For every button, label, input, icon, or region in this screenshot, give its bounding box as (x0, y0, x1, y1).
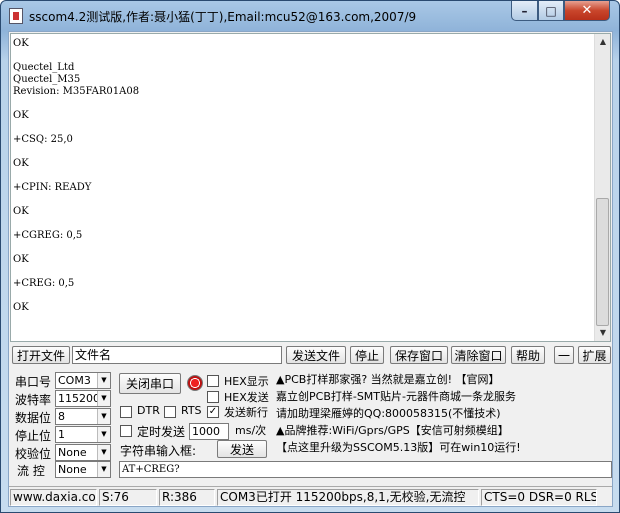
send-newline-checkbox[interactable]: ✓ (207, 406, 219, 418)
client-area: OK Quectel_Ltd Quectel_M35 Revision: M35… (8, 31, 613, 507)
receive-text: OK Quectel_Ltd Quectel_M35 Revision: M35… (13, 38, 140, 313)
status-sent-count: S:76 (99, 489, 157, 506)
parity-label: 校验位 (15, 447, 52, 461)
parity-value: None (58, 446, 87, 459)
stop-bits-value: 1 (58, 428, 65, 441)
app-icon (9, 8, 23, 24)
maximize-icon: □ (545, 3, 557, 18)
status-port: COM3已打开 115200bps,8,1,无校验,无流控 (217, 489, 479, 506)
stop-bits-select[interactable]: 1 ▼ (55, 426, 111, 443)
baud-label: 波特率 (15, 393, 52, 407)
promo-line-5[interactable]: 【点这里升级为SSCOM5.13版】可在win10运行! (276, 439, 612, 456)
interval-input[interactable]: 1000 (189, 423, 229, 440)
promo-line-3[interactable]: 请加助理梁雁婷的QQ:800058315(不懂技术) (276, 405, 612, 422)
flow-select[interactable]: None ▼ (55, 461, 111, 478)
save-window-button[interactable]: 保存窗口 (390, 346, 448, 364)
chevron-down-icon: ▼ (97, 391, 110, 406)
hex-send-label: HEX发送 (224, 391, 269, 404)
open-file-button[interactable]: 打开文件 (12, 346, 70, 364)
dtr-label: DTR (137, 404, 160, 417)
rts-checkbox[interactable] (164, 406, 176, 418)
timed-send-label: 定时发送 (137, 425, 186, 439)
help-button[interactable]: 帮助 (511, 346, 545, 364)
status-site[interactable]: www.daxia.com (10, 489, 97, 506)
baud-value: 115200 (58, 392, 100, 405)
stop-bits-label: 停止位 (15, 429, 52, 443)
close-icon: ✕ (581, 3, 593, 18)
data-bits-value: 8 (58, 410, 65, 423)
title-bar[interactable]: sscom4.2测试版,作者:聂小猛(丁丁),Email:mcu52@163.c… (1, 1, 619, 31)
receive-area[interactable]: OK Quectel_Ltd Quectel_M35 Revision: M35… (10, 33, 611, 342)
chevron-down-icon: ▼ (97, 373, 110, 388)
port-value: COM3 (58, 374, 91, 387)
chevron-down-icon: ▼ (97, 462, 110, 477)
chevron-down-icon: ▼ (97, 409, 110, 424)
minimize-button[interactable]: – (511, 1, 538, 21)
filename-field[interactable]: 文件名 (72, 346, 282, 364)
data-bits-select[interactable]: 8 ▼ (55, 408, 111, 425)
send-button[interactable]: 发送 (217, 440, 267, 458)
minimize-icon: – (521, 3, 528, 18)
port-status-led-icon (187, 375, 203, 391)
hex-display-checkbox[interactable] (207, 375, 219, 387)
close-port-button[interactable]: 关闭串口 (119, 373, 181, 394)
flow-label: 流 控 (17, 464, 45, 478)
stop-button[interactable]: 停止 (350, 346, 384, 364)
send-input[interactable]: AT+CREG? (119, 461, 612, 478)
scroll-up-icon[interactable]: ▲ (595, 34, 611, 50)
hex-display-label: HEX显示 (224, 375, 269, 388)
status-lines: CTS=0 DSR=0 RLSD (481, 489, 597, 506)
flow-value: None (58, 463, 87, 476)
promo-line-4[interactable]: ▲品牌推荐:WiFi/Gprs/GPS【安信可射频模组】 (276, 422, 612, 439)
promo-line-1[interactable]: ▲PCB打样那家强? 当然就是嘉立创! 【官网】 (276, 371, 612, 388)
timed-send-checkbox[interactable] (120, 425, 132, 437)
baud-select[interactable]: 115200 ▼ (55, 390, 111, 407)
parity-select[interactable]: None ▼ (55, 444, 111, 461)
window-title: sscom4.2测试版,作者:聂小猛(丁丁),Email:mcu52@163.c… (29, 10, 417, 24)
collapse-button[interactable]: 一 (554, 346, 574, 364)
dtr-checkbox[interactable] (120, 406, 132, 418)
interval-unit: ms/次 (235, 424, 267, 437)
port-label: 串口号 (15, 375, 52, 389)
input-label: 字符串输入框: (120, 444, 197, 458)
chevron-down-icon: ▼ (97, 445, 110, 460)
send-file-button[interactable]: 发送文件 (286, 346, 346, 364)
scroll-thumb[interactable] (596, 198, 609, 326)
close-button[interactable]: ✕ (564, 1, 610, 21)
hex-send-checkbox[interactable] (207, 391, 219, 403)
promo-panel: ▲PCB打样那家强? 当然就是嘉立创! 【官网】 嘉立创PCB打样-SMT贴片-… (276, 371, 612, 457)
data-bits-label: 数据位 (15, 411, 52, 425)
vertical-scrollbar[interactable]: ▲ ▼ (594, 34, 610, 341)
maximize-button[interactable]: □ (538, 1, 564, 21)
rts-label: RTS (181, 404, 202, 417)
status-received-count: R:386 (159, 489, 215, 506)
chevron-down-icon: ▼ (97, 427, 110, 442)
app-window: sscom4.2测试版,作者:聂小猛(丁丁),Email:mcu52@163.c… (0, 0, 620, 513)
port-select[interactable]: COM3 ▼ (55, 372, 111, 389)
promo-line-2[interactable]: 嘉立创PCB打样-SMT贴片-元器件商城一条龙服务 (276, 388, 612, 405)
clear-window-button[interactable]: 清除窗口 (451, 346, 506, 364)
send-newline-label: 发送新行 (224, 406, 268, 419)
expand-button[interactable]: 扩展 (578, 346, 611, 364)
scroll-down-icon[interactable]: ▼ (595, 325, 611, 341)
status-bar: www.daxia.com S:76 R:386 COM3已打开 115200b… (9, 486, 612, 506)
